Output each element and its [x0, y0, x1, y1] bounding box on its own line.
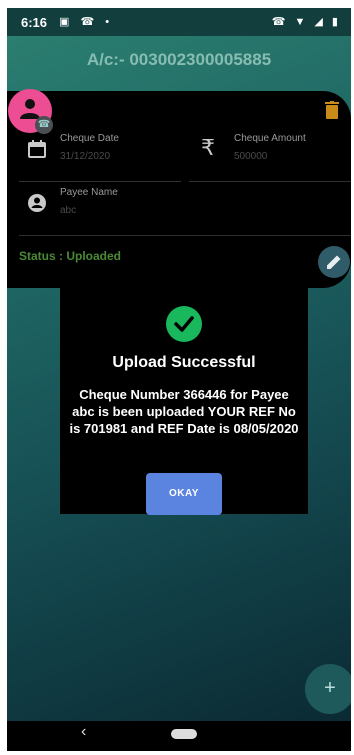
edit-button[interactable] — [318, 246, 350, 278]
cheque-amount-value: 500000 — [234, 151, 268, 162]
status-time: 6:16 — [21, 15, 48, 30]
field-divider — [189, 181, 351, 182]
rupee-icon: ₹ — [201, 135, 215, 160]
navigation-bar: ‹ — [7, 721, 351, 751]
calendar-icon — [28, 140, 46, 158]
field-divider — [19, 235, 351, 236]
account-title: A/c:- 003002300005885 — [86, 50, 272, 69]
dialog-title: Upload Successful — [112, 354, 256, 371]
checkmark-icon — [174, 316, 194, 332]
cheque-amount-field: ₹ Cheque Amount 500000 — [201, 133, 341, 173]
payee-name-field: Payee Name abc — [27, 187, 327, 227]
upload-status: Status : Uploaded — [19, 249, 122, 263]
cheque-date-value: 31/12/2020 — [60, 151, 111, 162]
check-circle-icon — [166, 306, 202, 342]
account-circle-icon — [28, 194, 46, 212]
edit-pencil-icon — [327, 255, 341, 269]
cheque-date-field: Cheque Date 31/12/2020 — [27, 133, 179, 173]
field-divider — [19, 181, 181, 182]
phone-screen: 6:16 ▣ ☎ • ☎ ▼ ◢ ▮ A/c:- 003002300005885… — [7, 8, 351, 751]
avatar[interactable]: ☎ — [8, 89, 53, 134]
upload-success-dialog: Upload Successful Cheque Number 366446 f… — [60, 288, 308, 515]
status-bar: 6:16 ▣ ☎ • ☎ ▼ ◢ ▮ — [7, 8, 351, 36]
back-button[interactable]: ‹ — [81, 723, 86, 741]
payee-name-value: abc — [60, 205, 77, 216]
cheque-card[interactable]: ☎ Cheque Date 31/12/2020 ₹ Cheque Amount… — [7, 89, 351, 288]
notification-icons: ▣ ☎ • — [59, 16, 114, 28]
home-button[interactable] — [171, 729, 197, 739]
app-content: A/c:- 003002300005885 ☎ Cheque Date 31/1… — [7, 36, 351, 721]
dialog-message: Cheque Number 366446 for Payee abc is be… — [69, 387, 299, 436]
cheque-amount-label: Cheque Amount — [234, 133, 306, 144]
payee-name-label: Payee Name — [60, 187, 118, 198]
system-status-icons: ☎ ▼ ◢ ▮ — [271, 16, 341, 28]
phone-icon: ☎ — [35, 116, 53, 134]
okay-button[interactable]: OKAY — [146, 473, 222, 515]
delete-icon[interactable] — [325, 101, 339, 119]
cheque-date-label: Cheque Date — [60, 133, 119, 144]
add-button[interactable]: + — [305, 664, 351, 714]
